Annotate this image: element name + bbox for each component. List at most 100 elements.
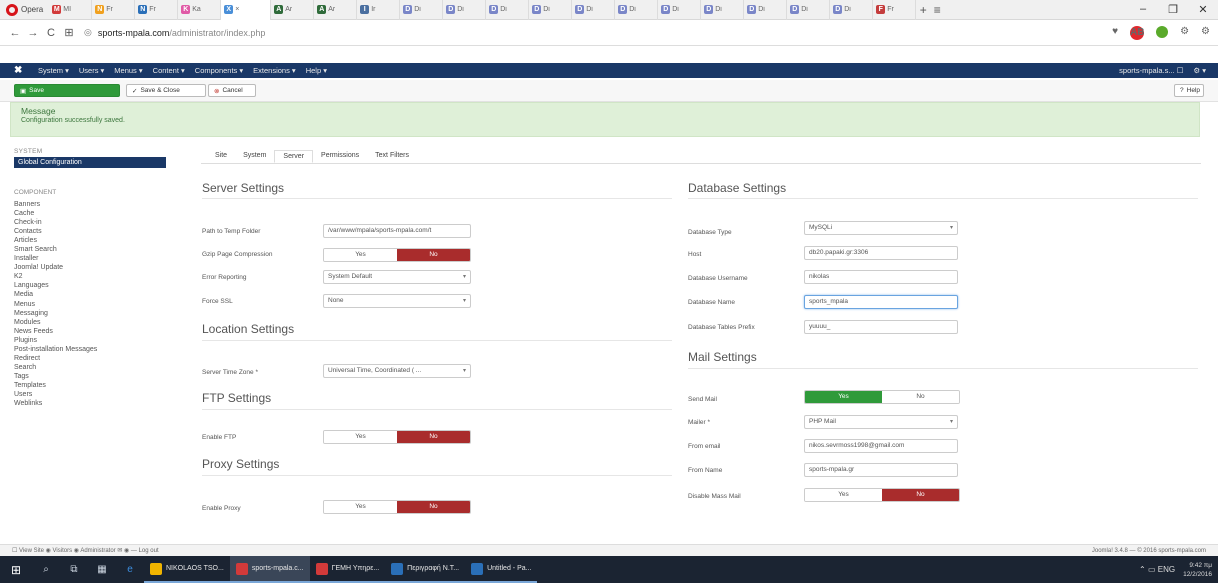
minimize-icon[interactable]: – (1128, 3, 1158, 16)
adblock-icon[interactable]: AB (1130, 25, 1145, 40)
sidebar-item[interactable]: Joomla! Update (14, 263, 174, 272)
browser-tab[interactable]: F Fr (873, 0, 917, 20)
sidebar-item[interactable]: Media (14, 290, 174, 299)
tab-server[interactable]: Server (274, 150, 314, 163)
opera-menu-button[interactable]: Opera (0, 0, 49, 20)
gzip-yes[interactable]: Yes (324, 249, 397, 261)
enable-proxy-toggle[interactable]: Yes No (323, 500, 471, 514)
browser-tab[interactable]: D Di (830, 0, 874, 20)
close-window-icon[interactable]: ✕ (1188, 3, 1218, 16)
sidebar-item[interactable]: Languages (14, 281, 174, 290)
sidebar-item[interactable]: Messaging (14, 309, 174, 318)
taskbar-app[interactable]: sports-mpala.c... (229, 556, 310, 583)
browser-tab[interactable]: D Di (744, 0, 788, 20)
extension-icon[interactable] (1156, 25, 1169, 38)
browser-tab[interactable]: D Di (486, 0, 530, 20)
from-name-input[interactable]: sports-mpala.gr (804, 463, 958, 477)
browser-tab[interactable]: N Fr (92, 0, 136, 20)
tab-permissions[interactable]: Permissions (313, 150, 367, 163)
browser-tab[interactable]: D Di (529, 0, 573, 20)
back-icon[interactable]: ← (6, 27, 24, 39)
sidebar-item[interactable]: Banners (14, 200, 174, 209)
reload-icon[interactable]: C (42, 27, 60, 39)
menu-content[interactable]: Content ▾ (153, 66, 185, 75)
gzip-toggle[interactable]: Yes No (323, 248, 471, 262)
sidebar-item[interactable]: News Feeds (14, 327, 174, 336)
timezone-select[interactable]: Universal Time, Coordinated ( ... ▾ (323, 364, 471, 378)
proxy-no[interactable]: No (397, 501, 470, 513)
send-mail-yes[interactable]: Yes (805, 391, 882, 403)
browser-tab[interactable]: D Di (572, 0, 616, 20)
mailer-select[interactable]: PHP Mail ▾ (804, 415, 958, 429)
enable-ftp-toggle[interactable]: Yes No (323, 430, 471, 444)
proxy-yes[interactable]: Yes (324, 501, 397, 513)
tmp-path-input[interactable]: /var/www/mpala/sports-mpala.com/t (323, 224, 471, 238)
menu-system[interactable]: System ▾ (38, 66, 69, 75)
menu-help[interactable]: Help ▾ (306, 66, 327, 75)
db-host-input[interactable]: db20.papaki.gr:3306 (804, 246, 958, 260)
sidebar-item[interactable]: Modules (14, 318, 174, 327)
send-mail-toggle[interactable]: Yes No (804, 390, 960, 404)
speed-dial-icon[interactable]: ⊞ (60, 26, 78, 39)
sidebar-item[interactable]: Menus (14, 300, 174, 309)
sidebar-item[interactable]: Redirect (14, 354, 174, 363)
mass-mail-no[interactable]: No (882, 489, 959, 501)
sidebar-item[interactable]: Cache (14, 209, 174, 218)
sidebar-item[interactable]: Templates (14, 381, 174, 390)
windows-start-icon[interactable]: ⊞ (0, 563, 32, 577)
settings-icon[interactable]: ⚙ (1180, 26, 1189, 40)
save-close-button[interactable]: ✓ Save & Close (126, 84, 206, 97)
sidebar-item[interactable]: Post-installation Messages (14, 345, 174, 354)
sidebar-item[interactable]: Articles (14, 236, 174, 245)
disable-mass-mail-toggle[interactable]: Yes No (804, 488, 960, 502)
ftp-no[interactable]: No (397, 431, 470, 443)
edge-icon[interactable]: e (116, 556, 144, 583)
ftp-yes[interactable]: Yes (324, 431, 397, 443)
tab-menu-icon[interactable]: ≡ (930, 3, 944, 17)
help-button[interactable]: ? Help (1174, 84, 1204, 97)
taskbar-app[interactable]: NIKOLAOS TSO... (144, 556, 230, 583)
cancel-button[interactable]: ⊗ Cancel (208, 84, 256, 97)
gzip-no[interactable]: No (397, 249, 470, 261)
tray-icons[interactable]: ⌃ ▭ ENG (1139, 565, 1175, 574)
task-view-icon[interactable]: ⧉ (60, 556, 88, 583)
from-email-input[interactable]: nikos.sevrmoss1998@gmail.com (804, 439, 958, 453)
sidebar-item[interactable]: Search (14, 363, 174, 372)
db-username-input[interactable]: nikolas (804, 270, 958, 284)
force-ssl-select[interactable]: None ▾ (323, 294, 471, 308)
db-prefix-input[interactable]: yuuuu_ (804, 320, 958, 334)
tab-site[interactable]: Site (207, 150, 235, 163)
clock[interactable]: 9:42 πμ 12/2/2016 (1183, 561, 1212, 579)
taskbar-app[interactable]: Untitled - Pa... (465, 556, 538, 583)
db-name-input[interactable]: sports_mpala (804, 295, 958, 309)
search-icon[interactable]: ⌕ (32, 556, 60, 583)
send-mail-no[interactable]: No (882, 391, 959, 403)
sidebar-item[interactable]: Tags (14, 372, 174, 381)
menu-menus[interactable]: Menus ▾ (114, 66, 142, 75)
taskbar-app[interactable]: Περιγραφή N.T... (385, 556, 466, 583)
app-icon[interactable]: ▦ (88, 556, 116, 583)
menu-extensions[interactable]: Extensions ▾ (253, 66, 296, 75)
sidebar-item[interactable]: Users (14, 390, 174, 399)
site-link[interactable]: sports-mpala.s... ☐ (1119, 66, 1183, 75)
sidebar-item[interactable]: Contacts (14, 227, 174, 236)
browser-tab[interactable]: D Di (658, 0, 702, 20)
taskbar-app[interactable]: ΓΕΜΗ Υπηρε... (309, 556, 386, 583)
browser-tab[interactable]: K Ka (178, 0, 222, 20)
tab-text-filters[interactable]: Text Filters (367, 150, 417, 163)
joomla-logo-icon[interactable]: ✖ (14, 65, 28, 76)
heart-icon[interactable]: ♥ (1112, 26, 1118, 40)
mass-mail-yes[interactable]: Yes (805, 489, 882, 501)
site-info-icon[interactable]: ◎ (84, 27, 92, 38)
save-button[interactable]: ▣ Save (14, 84, 120, 97)
tab-system[interactable]: System (235, 150, 274, 163)
sidebar-item[interactable]: Installer (14, 254, 174, 263)
sidebar-item[interactable]: Plugins (14, 336, 174, 345)
browser-tab[interactable]: A Ar (314, 0, 358, 20)
browser-tab[interactable]: D Di (400, 0, 444, 20)
browser-tab[interactable]: A Ar (271, 0, 315, 20)
browser-tab[interactable]: D Di (443, 0, 487, 20)
db-type-select[interactable]: MySQLi ▾ (804, 221, 958, 235)
url-field[interactable]: ◎ sports-mpala.com/administrator/index.p… (84, 27, 265, 38)
status-links[interactable]: ☐ View Site ◉ Visitors ◉ Administrator ✉… (12, 547, 159, 554)
